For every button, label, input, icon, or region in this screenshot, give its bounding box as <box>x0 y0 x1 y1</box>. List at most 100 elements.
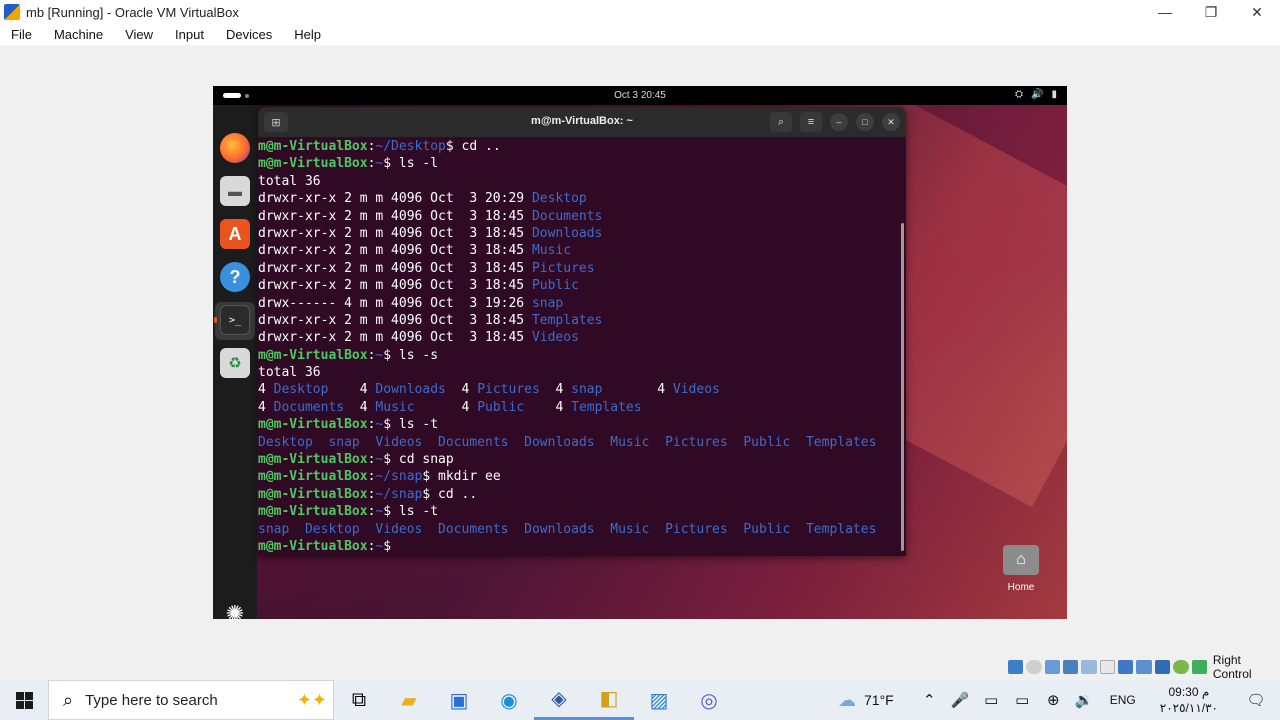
host-key-icon[interactable] <box>1191 660 1207 674</box>
battery-icon[interactable]: ▮ <box>1051 89 1057 100</box>
network-adapter-icon[interactable] <box>1063 660 1079 674</box>
globe-icon[interactable]: ⊕ <box>1038 691 1069 709</box>
directory-name: Music <box>531 243 572 259</box>
trash-icon[interactable]: ♻ <box>220 348 250 378</box>
recording-icon[interactable] <box>1118 660 1134 674</box>
search-icon: ⌕ <box>63 689 74 710</box>
prompt-user: m@m-VirtualBox <box>258 504 368 520</box>
terminal-scrollbar[interactable] <box>901 223 904 551</box>
help-icon[interactable]: ? <box>220 262 250 292</box>
store-icon[interactable]: ▣ <box>434 680 484 720</box>
language-indicator[interactable]: ENG <box>1110 693 1136 707</box>
menu-machine[interactable]: Machine <box>43 27 114 42</box>
terminal-text: $ <box>383 538 399 554</box>
menu-help[interactable]: Help <box>283 27 332 42</box>
mouse-integration-icon[interactable] <box>1154 660 1171 674</box>
restore-button[interactable]: ❐ <box>1188 0 1234 24</box>
prompt-path: ~/Desktop <box>375 139 446 154</box>
terminal-line: total 36 <box>258 364 906 381</box>
clock-time: 09:30 م <box>1168 685 1210 699</box>
terminal-text: 4 <box>539 382 572 398</box>
prompt-path: ~/snap <box>375 469 423 485</box>
weather-temp: 71°F <box>864 692 894 708</box>
directory-name: Downloads <box>524 434 595 450</box>
terminal-line: drwxr-xr-x 2 m m 4096 Oct 3 18:45 Videos <box>258 329 906 346</box>
taskbar-clock[interactable]: 09:30 م ٢٠٢٥/١١/٣٠ <box>1160 684 1218 716</box>
guest-clock[interactable]: Oct 3 20:45 <box>213 90 1067 101</box>
vm-display[interactable]: Oct 3 20:45 ⛭ 🔊 ▮ ▬ A ? >_ ♻ ✺ ⊞ m@m-Vir… <box>213 86 1067 619</box>
terminal-line: drwxr-xr-x 2 m m 4096 Oct 3 18:45 Pictur… <box>258 260 906 277</box>
weather-cloud-icon: ☁ <box>838 689 857 710</box>
terminal-line: drwxr-xr-x 2 m m 4096 Oct 3 18:45 Docume… <box>258 208 906 225</box>
window-title: mb [Running] - Oracle VM VirtualBox <box>26 4 239 20</box>
terminal-output[interactable]: m@m-VirtualBox:~/Desktop$ cd .. m@m-Virtu… <box>258 138 906 556</box>
display-tray-icon[interactable]: ▭ <box>976 691 1007 709</box>
microphone-icon[interactable]: 🎤 <box>945 691 976 709</box>
virtualbox-taskbar-icon[interactable]: ◈ <box>534 680 584 720</box>
search-button[interactable]: ⌕ <box>770 112 792 132</box>
prompt-user: m@m-VirtualBox <box>258 156 368 172</box>
clock-date: ٢٠٢٥/١١/٣٠ <box>1159 701 1218 715</box>
terminal-close-button[interactable]: ✕ <box>882 113 900 131</box>
terminal-line: Desktop snap Videos Documents Downloads … <box>258 434 906 451</box>
terminal-icon[interactable]: >_ <box>220 305 250 335</box>
virtualbox-app-icon <box>4 4 20 20</box>
terminal-text: 4 <box>445 382 478 398</box>
cpu-icon[interactable] <box>1136 660 1152 674</box>
terminal-text: drwxr-xr-x 2 m m 4096 Oct 3 18:45 <box>258 330 532 346</box>
chevron-up-icon[interactable]: ⌃ <box>914 691 945 709</box>
host-key-label: Right Control <box>1212 653 1252 681</box>
search-placeholder: Type here to search <box>85 691 218 709</box>
usb-icon[interactable] <box>1044 660 1061 674</box>
files-icon[interactable]: ▬ <box>220 176 250 206</box>
terminal-line: drwx------ 4 m m 4096 Oct 3 19:26 snap <box>258 295 906 312</box>
prompt-user: m@m-VirtualBox <box>258 452 368 468</box>
menu-file[interactable]: File <box>0 27 43 42</box>
keyboard-capture-icon[interactable] <box>1173 660 1189 674</box>
menu-devices[interactable]: Devices <box>215 27 283 42</box>
terminal-minimize-button[interactable]: – <box>830 113 848 131</box>
directory-name: Desktop <box>304 521 360 537</box>
app-center-icon[interactable]: A <box>220 219 250 249</box>
battery-tray-icon[interactable]: ▭ <box>1007 691 1038 709</box>
terminal-text: drwxr-xr-x 2 m m 4096 Oct 3 20:29 <box>258 191 532 207</box>
audio-icon[interactable] <box>1026 660 1042 674</box>
show-apps-icon[interactable]: ✺ <box>220 599 250 619</box>
prompt-user: m@m-VirtualBox <box>258 469 368 485</box>
display-icon[interactable] <box>1099 660 1116 674</box>
terminal-maximize-button[interactable]: □ <box>856 113 874 131</box>
directory-name: snap <box>328 434 360 450</box>
edge-icon[interactable]: ◉ <box>484 680 534 720</box>
hamburger-menu-button[interactable]: ≡ <box>800 112 822 132</box>
optical-drive-icon[interactable] <box>1008 660 1024 674</box>
volume-icon[interactable]: 🔊 <box>1031 89 1043 100</box>
terminal-line: drwxr-xr-x 2 m m 4096 Oct 3 18:45 Downlo… <box>258 225 906 242</box>
firefox-icon[interactable] <box>220 133 250 163</box>
taskbar-search[interactable]: ⌕ Type here to search ✦✦ <box>48 680 334 720</box>
shared-folder-icon[interactable] <box>1081 660 1097 674</box>
vm-taskbar-icon[interactable]: ◧ <box>584 680 634 720</box>
file-explorer-icon[interactable]: ▰ <box>384 680 434 720</box>
notification-icon[interactable]: 🗨 <box>1232 691 1280 709</box>
home-folder-icon[interactable]: ⌂ <box>1003 545 1039 575</box>
directory-name: Pictures <box>665 521 728 537</box>
menu-view[interactable]: View <box>114 27 164 42</box>
task-view-icon[interactable]: ⧉ <box>334 680 384 720</box>
camera-icon[interactable]: ◎ <box>684 680 734 720</box>
minimize-button[interactable]: — <box>1142 0 1188 24</box>
terminal-text: drwxr-xr-x 2 m m 4096 Oct 3 18:45 <box>258 243 532 259</box>
menu-input[interactable]: Input <box>164 27 215 42</box>
terminal-line: drwxr-xr-x 2 m m 4096 Oct 3 20:29 Deskto… <box>258 190 906 207</box>
start-button[interactable] <box>0 680 48 720</box>
photos-icon[interactable]: ▨ <box>634 680 684 720</box>
weather-widget[interactable]: ☁ 71°F <box>838 690 894 711</box>
terminal-text: $ ls -t <box>383 417 439 433</box>
speaker-icon[interactable]: 🔉 <box>1069 691 1100 709</box>
directory-name: Pictures <box>665 434 728 450</box>
close-button[interactable]: ✕ <box>1234 0 1280 24</box>
terminal-text: $ ls -l <box>383 156 439 172</box>
network-icon[interactable]: ⛭ <box>1015 89 1023 100</box>
